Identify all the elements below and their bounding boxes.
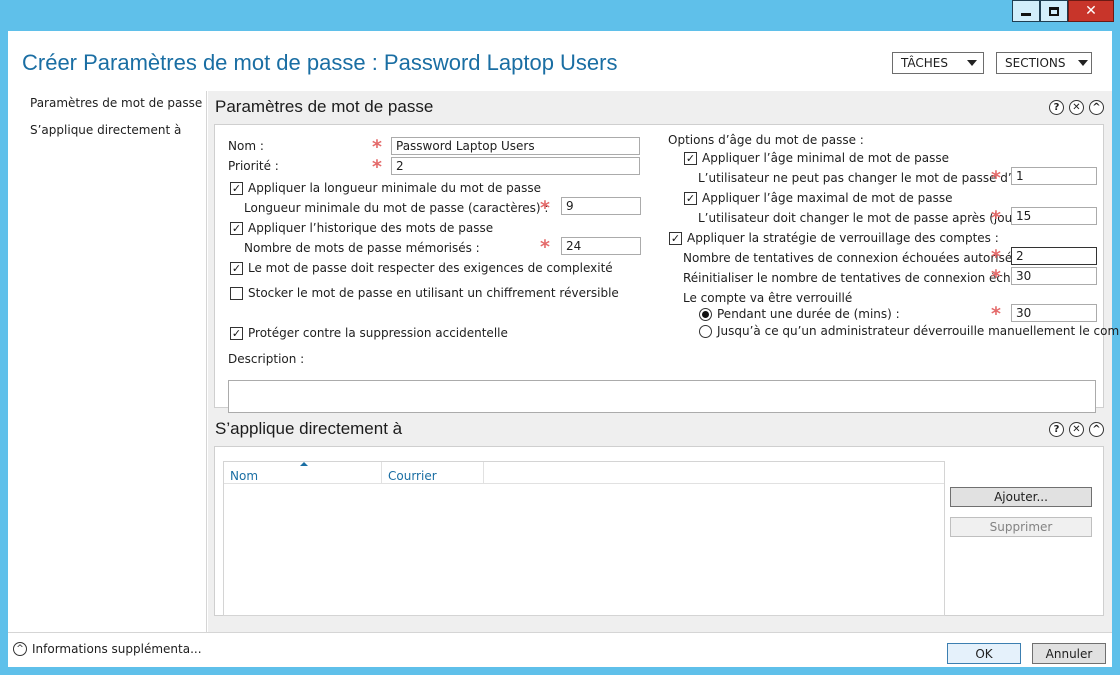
tasks-dropdown[interactable]: TÂCHES	[892, 52, 984, 74]
required-icon: *	[991, 266, 1001, 288]
password-settings-panel: Nom : * Password Laptop Users Priorité :…	[214, 124, 1120, 413]
section-title: Paramètres de mot de passe	[215, 97, 434, 116]
minimize-button[interactable]	[1012, 0, 1040, 22]
section-title: S’applique directement à	[215, 419, 403, 438]
manual-unlock-label: Jusqu’à ce qu’un administrateur déverrou…	[717, 324, 1120, 338]
priority-label: Priorité :	[228, 159, 279, 173]
history-checkbox[interactable]: ✓	[230, 222, 243, 235]
attempts-label: Nombre de tentatives de connexion échoué…	[683, 251, 1021, 265]
password-settings-header: Paramètres de mot de passe ? ✕ ^	[214, 95, 1104, 119]
maximize-icon	[1049, 6, 1059, 16]
duration-radio-label: Pendant une durée de (mins) :	[717, 307, 900, 321]
max-age-check-label: Appliquer l’âge maximal de mot de passe	[702, 191, 953, 205]
required-icon: *	[372, 156, 382, 178]
nav-item-password-settings[interactable]: Paramètres de mot de passe	[30, 96, 202, 110]
min-age-checkbox[interactable]: ✓	[684, 152, 697, 165]
lockout-check-label: Appliquer la stratégie de verrouillage d…	[687, 231, 999, 245]
name-field[interactable]: Password Laptop Users	[391, 137, 640, 155]
section-nav: Paramètres de mot de passe S’applique di…	[8, 91, 207, 632]
history-label: Nombre de mots de passe mémorisés :	[244, 241, 480, 255]
min-age-label: L’utilisateur ne peut pas changer le mot…	[698, 171, 1034, 185]
more-info-link[interactable]: Informations supplémenta...	[32, 642, 202, 656]
title-bar: ✕	[0, 0, 1120, 31]
ok-button[interactable]: OK	[947, 643, 1021, 664]
history-check-label: Appliquer l’historique des mots de passe	[248, 221, 494, 235]
maximize-button[interactable]	[1040, 0, 1068, 22]
max-age-checkbox[interactable]: ✓	[684, 192, 697, 205]
min-age-field[interactable]: 1	[1011, 167, 1097, 185]
sections-label: SECTIONS	[1005, 56, 1066, 70]
grid-header: Nom Courrier	[224, 462, 944, 484]
history-field[interactable]: 24	[561, 237, 641, 255]
age-options-title: Options d’âge du mot de passe :	[668, 133, 864, 147]
add-button[interactable]: Ajouter...	[950, 487, 1092, 507]
required-icon: *	[540, 197, 550, 219]
min-length-check-label: Appliquer la longueur minimale du mot de…	[248, 181, 542, 195]
protect-checkbox[interactable]: ✓	[230, 327, 243, 340]
minimize-icon	[1021, 12, 1031, 16]
nav-item-applies-to[interactable]: S’applique directement à	[30, 123, 181, 137]
expand-icon[interactable]: ^	[13, 642, 27, 656]
column-header-nom[interactable]: Nom	[230, 469, 258, 483]
description-label: Description :	[228, 352, 305, 366]
protect-check-label: Protéger contre la suppression accidente…	[248, 326, 508, 340]
required-icon: *	[372, 136, 382, 158]
required-icon: *	[540, 236, 550, 258]
reversible-checkbox[interactable]	[230, 287, 243, 300]
reset-field[interactable]: 30	[1011, 267, 1097, 285]
close-icon: ✕	[1085, 3, 1097, 19]
max-age-label: L’utilisateur doit changer le mot de pas…	[698, 211, 1028, 225]
page-title: Créer Paramètres de mot de passe : Passw…	[22, 50, 618, 75]
tasks-label: TÂCHES	[901, 56, 948, 70]
reset-label: Réinitialiser le nombre de tentatives de…	[683, 271, 1030, 285]
lockout-checkbox[interactable]: ✓	[669, 232, 682, 245]
min-age-check-label: Appliquer l’âge minimal de mot de passe	[702, 151, 949, 165]
attempts-field[interactable]: 2	[1011, 247, 1097, 265]
priority-field[interactable]: 2	[391, 157, 640, 175]
help-icon[interactable]: ?	[1049, 100, 1064, 115]
chevron-down-icon	[1077, 60, 1088, 66]
applies-to-header: S’applique directement à ? ✕ ^	[214, 417, 1104, 441]
sections-dropdown[interactable]: SECTIONS	[996, 52, 1092, 74]
clear-icon[interactable]: ✕	[1069, 100, 1084, 115]
close-button[interactable]: ✕	[1068, 0, 1114, 22]
required-icon: *	[991, 246, 1001, 268]
required-icon: *	[991, 303, 1001, 325]
min-length-checkbox[interactable]: ✓	[230, 182, 243, 195]
description-field[interactable]	[228, 380, 1096, 413]
max-age-field[interactable]: 15	[1011, 207, 1097, 225]
collapse-icon[interactable]: ^	[1089, 422, 1104, 437]
complexity-checkbox[interactable]: ✓	[230, 262, 243, 275]
header: Créer Paramètres de mot de passe : Passw…	[8, 31, 1112, 91]
column-divider[interactable]	[483, 462, 484, 484]
footer: ^ Informations supplémenta... OK Annuler	[8, 632, 1112, 667]
complexity-check-label: Le mot de passe doit respecter des exige…	[248, 261, 613, 275]
chevron-down-icon	[967, 60, 977, 66]
radio-dot	[702, 311, 709, 318]
clear-icon[interactable]: ✕	[1069, 422, 1084, 437]
min-length-field[interactable]: 9	[561, 197, 641, 215]
sort-ascending-icon	[300, 462, 308, 466]
required-icon: *	[991, 207, 1001, 229]
collapse-icon[interactable]: ^	[1089, 100, 1104, 115]
locked-label: Le compte va être verrouillé	[683, 291, 853, 305]
cancel-button[interactable]: Annuler	[1032, 643, 1106, 664]
column-divider[interactable]	[381, 462, 382, 484]
help-icon[interactable]: ?	[1049, 422, 1064, 437]
manual-unlock-radio[interactable]	[699, 325, 712, 338]
content-area: Paramètres de mot de passe ? ✕ ^ Nom : *…	[208, 91, 1120, 632]
min-length-label: Longueur minimale du mot de passe (carac…	[244, 201, 549, 215]
reversible-check-label: Stocker le mot de passe en utilisant un …	[248, 286, 619, 300]
dialog-window: Créer Paramètres de mot de passe : Passw…	[8, 31, 1120, 667]
column-header-courrier[interactable]: Courrier	[388, 469, 437, 483]
applies-to-panel: Nom Courrier Ajouter... Supprimer	[214, 446, 1104, 616]
remove-button[interactable]: Supprimer	[950, 517, 1092, 537]
duration-radio[interactable]	[699, 308, 712, 321]
required-icon: *	[991, 167, 1001, 189]
name-label: Nom :	[228, 139, 264, 153]
members-grid[interactable]: Nom Courrier	[223, 461, 945, 616]
duration-field[interactable]: 30	[1011, 304, 1097, 322]
